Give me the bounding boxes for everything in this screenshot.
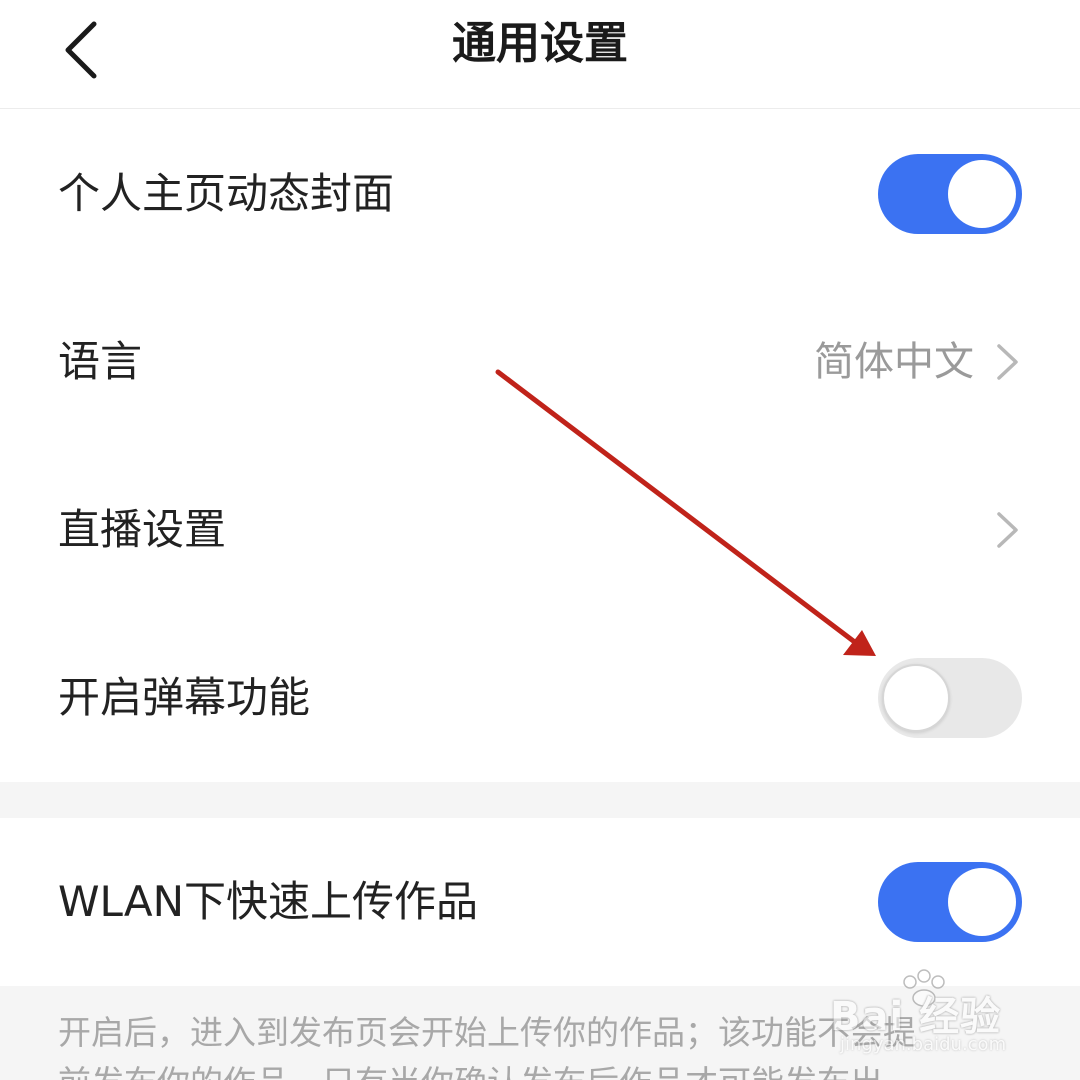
back-button[interactable] bbox=[52, 14, 112, 86]
section-divider bbox=[0, 782, 1080, 818]
wlan-upload-toggle[interactable] bbox=[878, 862, 1022, 942]
dynamic-cover-toggle[interactable] bbox=[878, 154, 1022, 234]
setting-label: 直播设置 bbox=[58, 505, 227, 554]
setting-row-language[interactable]: 语言 简体中文 bbox=[0, 278, 1080, 446]
setting-label: 开启弹幕功能 bbox=[58, 673, 311, 722]
language-value: 简体中文 bbox=[814, 339, 974, 385]
setting-row-danmaku: 开启弹幕功能 bbox=[0, 614, 1080, 782]
setting-label: 个人主页动态封面 bbox=[58, 169, 395, 218]
setting-row-dynamic-cover: 个人主页动态封面 bbox=[0, 110, 1080, 278]
footer-note-text: 开启后，进入到发布页会开始上传你的作品；该功能不会提 前发布你的作品，只有当你确… bbox=[58, 1008, 1018, 1080]
footer-note-line: 前发布你的作品，只有当你确认发布后作品才可能发布出 bbox=[58, 1058, 1018, 1080]
footer-note-line: 开启后，进入到发布页会开始上传你的作品；该功能不会提 bbox=[58, 1013, 916, 1052]
toggle-knob bbox=[948, 160, 1016, 228]
footer-note: 开启后，进入到发布页会开始上传你的作品；该功能不会提 前发布你的作品，只有当你确… bbox=[0, 986, 1080, 1080]
toggle-knob bbox=[948, 868, 1016, 936]
setting-label: 语言 bbox=[58, 337, 143, 386]
nav-header: 通用设置 bbox=[0, 0, 1080, 109]
page-title: 通用设置 bbox=[452, 18, 628, 69]
chevron-right-icon bbox=[997, 512, 1018, 548]
setting-row-live[interactable]: 直播设置 bbox=[0, 446, 1080, 614]
setting-label: WLAN下快速上传作品 bbox=[58, 877, 479, 926]
chevron-right-icon bbox=[997, 344, 1018, 380]
back-chevron-icon bbox=[65, 21, 97, 79]
toggle-knob bbox=[882, 664, 950, 732]
setting-row-wlan-upload: WLAN下快速上传作品 bbox=[0, 818, 1080, 986]
danmaku-toggle[interactable] bbox=[878, 658, 1022, 738]
